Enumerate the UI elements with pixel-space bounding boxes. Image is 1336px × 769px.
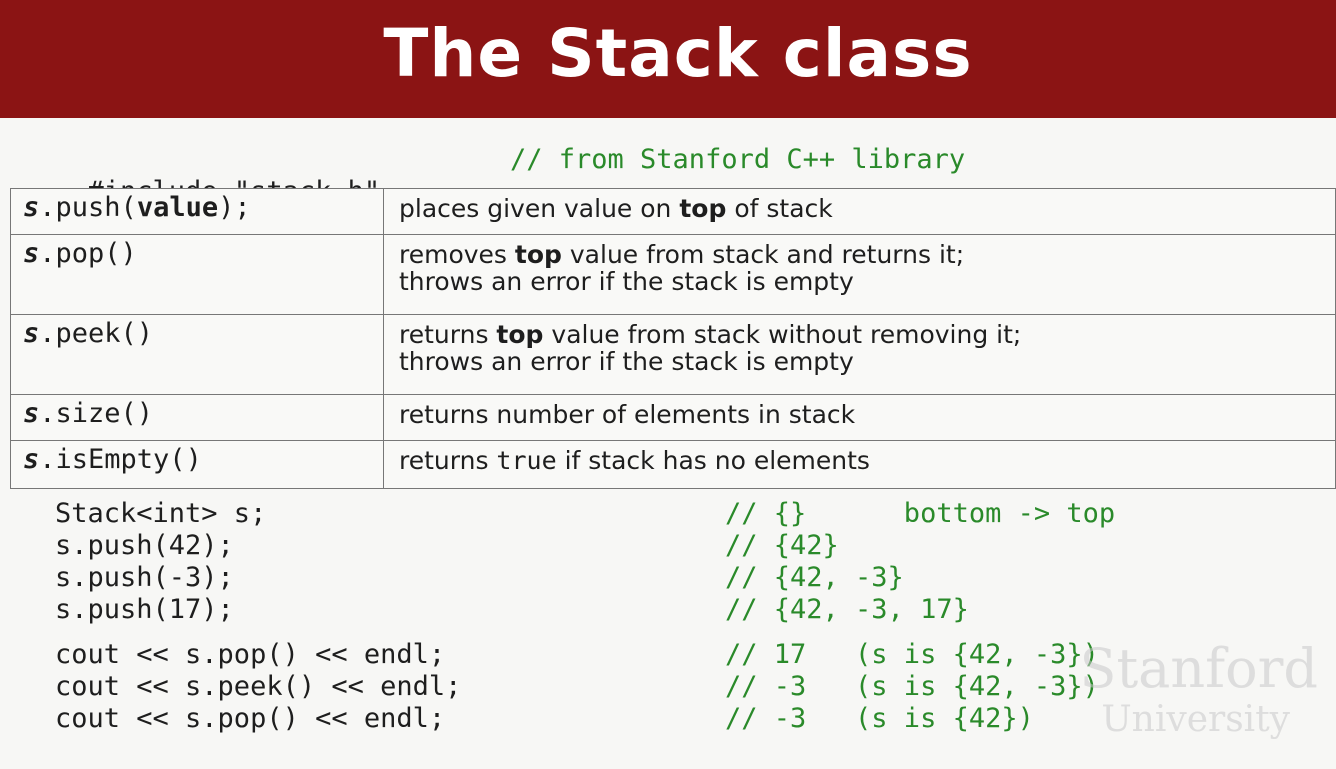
method-name: .size(): [39, 398, 154, 429]
api-row: s.size() returns number of elements in st…: [10, 394, 1336, 441]
description-line: throws an error if the stack is empty: [399, 348, 1335, 375]
object-name: s: [23, 444, 40, 475]
method-name: .push(: [39, 192, 137, 223]
method-signature: s.push(value);: [10, 188, 384, 235]
method-name: .isEmpty(): [39, 444, 202, 475]
description-line: returns number of elements in stack: [399, 401, 1335, 428]
description-line: returns true if stack has no elements: [399, 447, 1335, 474]
description-text: if stack has no elements: [556, 446, 870, 475]
example-comment: // {42}: [725, 530, 839, 561]
emphasis-text: top: [514, 240, 562, 269]
description-text: throws an error if the stack is empty: [399, 347, 854, 376]
method-signature: s.peek(): [10, 314, 384, 395]
method-signature: s.isEmpty(): [10, 440, 384, 489]
object-name: s: [23, 318, 40, 349]
method-tail: );: [218, 192, 251, 223]
description-text: places given value on: [399, 194, 680, 223]
example-code-line: cout << s.peek() << endl;: [55, 671, 462, 702]
example-comment: // 17 (s is {42, -3}): [725, 639, 1099, 670]
watermark-line-1: Stanford: [1079, 637, 1318, 700]
example-comment: // {42, -3, 17}: [725, 594, 969, 625]
method-description: returns true if stack has no elements: [383, 440, 1336, 489]
example-comment: // -3 (s is {42}): [725, 703, 1034, 734]
example-code-line: cout << s.pop() << endl;: [55, 639, 446, 670]
object-name: s: [23, 238, 40, 269]
title-bar: The Stack class: [0, 0, 1336, 118]
description-text: of stack: [726, 194, 833, 223]
example-comment: // {42, -3}: [725, 562, 904, 593]
description-text: returns: [399, 320, 497, 349]
example-code-line: Stack<int> s;: [55, 498, 267, 529]
method-description: removes top value from stack and returns…: [383, 234, 1336, 315]
object-name: s: [23, 398, 40, 429]
example-comment: // {} bottom -> top: [725, 498, 1116, 529]
object-name: s: [23, 192, 40, 223]
description-text: value from stack without removing it;: [543, 320, 1022, 349]
description-text: returns number of elements in stack: [399, 400, 856, 429]
example-code-line: s.push(42);: [55, 530, 234, 561]
description-text: value from stack and returns it;: [561, 240, 965, 269]
description-line: returns top value from stack without rem…: [399, 321, 1335, 348]
include-comment: // from Stanford C++ library: [510, 144, 966, 175]
stack-api-table: s.push(value); places given value on top …: [10, 188, 1336, 489]
method-description: returns top value from stack without rem…: [383, 314, 1336, 395]
slide-title: The Stack class: [383, 14, 973, 92]
example-code-line: s.push(17);: [55, 594, 234, 625]
method-signature: s.pop(): [10, 234, 384, 315]
method-name: .peek(): [39, 318, 154, 349]
method-signature: s.size(): [10, 394, 384, 441]
watermark-line-2: University: [1101, 699, 1290, 740]
description-line: places given value on top of stack: [399, 195, 1335, 222]
emphasis-text: top: [679, 194, 727, 223]
api-row: s.peek() returns top value from stack wit…: [10, 314, 1336, 395]
example-code-line: cout << s.pop() << endl;: [55, 703, 446, 734]
method-param: value: [136, 192, 219, 223]
method-description: returns number of elements in stack: [383, 394, 1336, 441]
emphasis-text: top: [496, 320, 544, 349]
example-comment: // -3 (s is {42, -3}): [725, 671, 1099, 702]
stanford-watermark: Stanford University: [1079, 638, 1318, 740]
description-text: throws an error if the stack is empty: [399, 267, 854, 296]
api-row: s.push(value); places given value on top …: [10, 188, 1336, 235]
method-description: places given value on top of stack: [383, 188, 1336, 235]
description-line: throws an error if the stack is empty: [399, 268, 1335, 295]
api-row: s.isEmpty() returns true if stack has no …: [10, 440, 1336, 489]
api-row: s.pop() removes top value from stack and …: [10, 234, 1336, 315]
example-code-line: s.push(-3);: [55, 562, 234, 593]
method-name: .pop(): [39, 238, 137, 269]
description-text: removes: [399, 240, 515, 269]
description-text: returns: [399, 446, 497, 475]
code-word: true: [496, 446, 557, 475]
description-line: removes top value from stack and returns…: [399, 241, 1335, 268]
